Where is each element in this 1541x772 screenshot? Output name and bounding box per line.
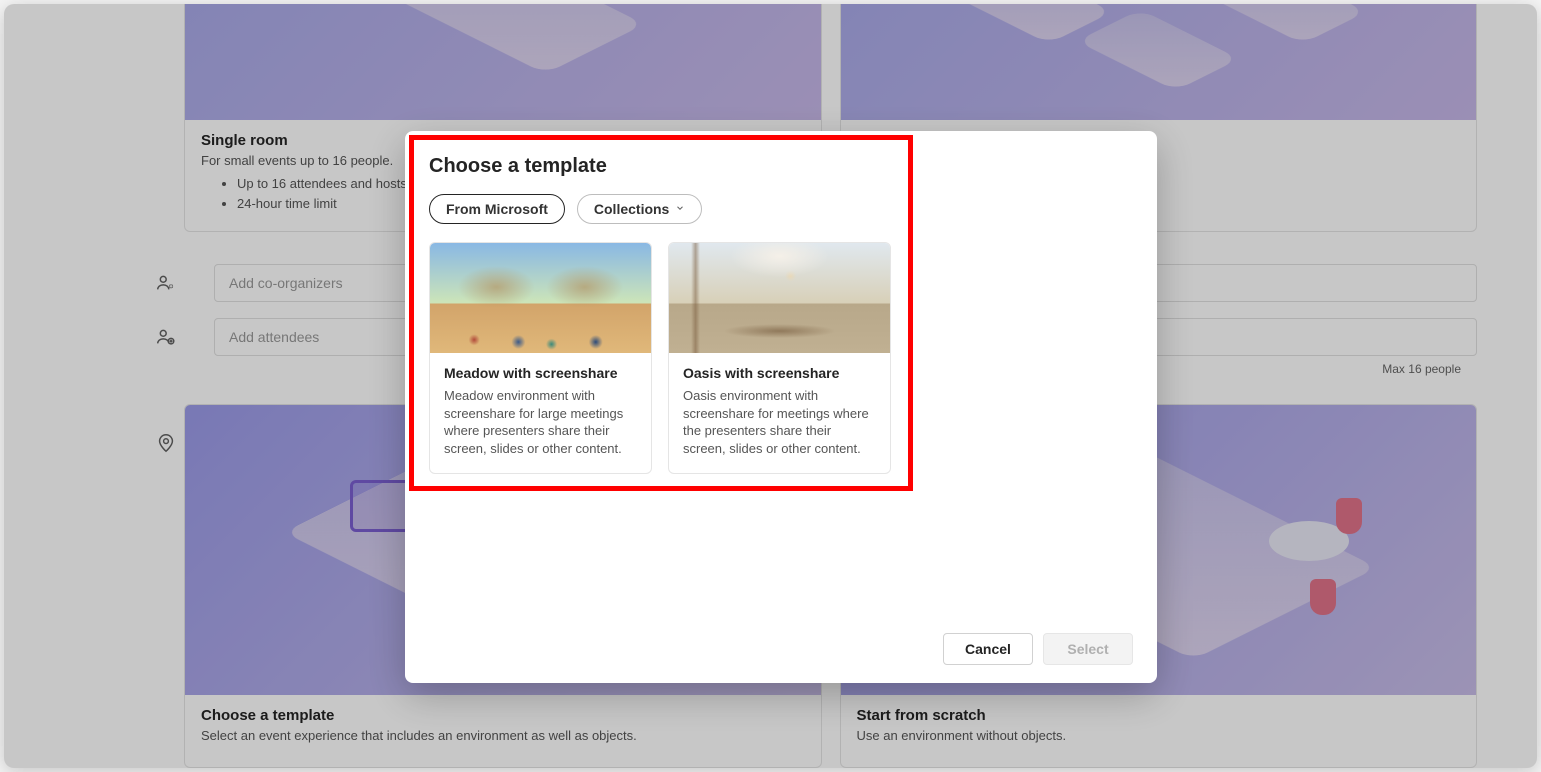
template-title: Meadow with screenshare [444,365,637,381]
template-card-meadow[interactable]: Meadow with screenshare Meadow environme… [429,242,652,474]
template-thumbnail [430,243,651,353]
template-source-tabs: From Microsoft Collections [429,194,1133,224]
template-description: Oasis environment with screenshare for m… [683,387,876,457]
cancel-button[interactable]: Cancel [943,633,1033,665]
select-button[interactable]: Select [1043,633,1133,665]
template-card-oasis[interactable]: Oasis with screenshare Oasis environment… [668,242,891,474]
template-title: Oasis with screenshare [683,365,876,381]
template-thumbnail [669,243,890,353]
modal-title: Choose a template [429,155,1133,178]
modal-footer: Cancel Select [429,633,1133,665]
tab-from-microsoft[interactable]: From Microsoft [429,194,565,224]
tab-collections[interactable]: Collections [577,194,702,224]
template-grid: Meadow with screenshare Meadow environme… [429,242,1133,474]
choose-template-modal: Choose a template From Microsoft Collect… [405,131,1157,683]
chevron-down-icon [675,203,685,216]
template-description: Meadow environment with screenshare for … [444,387,637,457]
